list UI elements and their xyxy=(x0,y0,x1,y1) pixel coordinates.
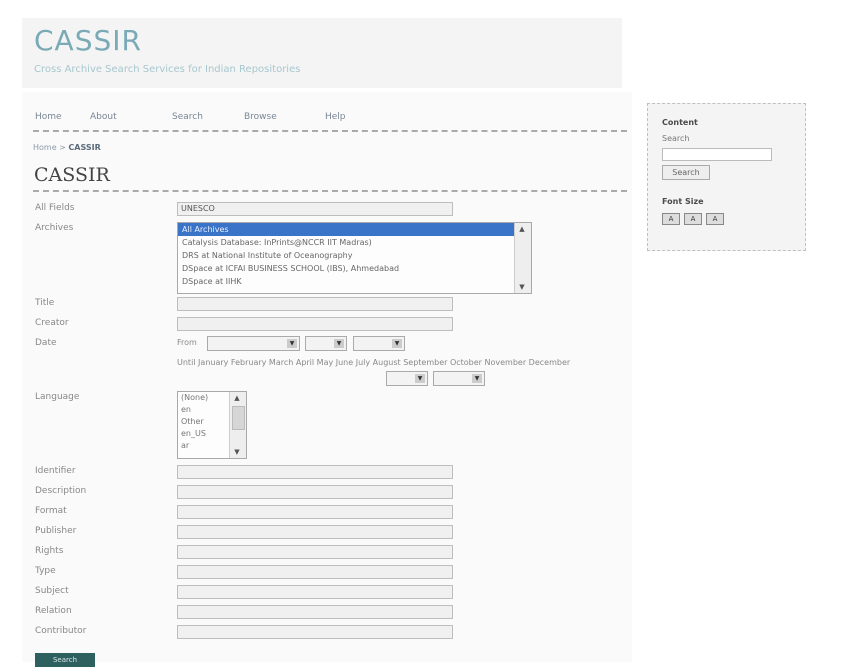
language-scrollbar[interactable]: ▲ ▼ xyxy=(229,392,246,458)
chevron-down-icon: ▼ xyxy=(472,374,482,383)
font-size-large-button[interactable]: A xyxy=(706,213,724,225)
scroll-down-icon[interactable]: ▼ xyxy=(230,446,244,458)
format-input[interactable] xyxy=(177,505,453,519)
all-fields-input[interactable]: UNESCO xyxy=(177,202,453,216)
date-label: Date xyxy=(35,338,57,348)
contributor-input[interactable] xyxy=(177,625,453,639)
relation-label: Relation xyxy=(35,606,72,616)
archive-option[interactable]: All Archives xyxy=(178,223,516,236)
scroll-up-icon[interactable]: ▲ xyxy=(515,223,529,235)
nav-search-link[interactable]: Search xyxy=(172,112,203,122)
all-fields-label: All Fields xyxy=(35,203,75,213)
archive-option[interactable]: DRS at National Institute of Oceanograph… xyxy=(178,249,516,262)
creator-input[interactable] xyxy=(177,317,453,331)
site-title[interactable]: CASSIR xyxy=(34,24,142,57)
date-until-months: Until January February March April May J… xyxy=(177,355,587,371)
breadcrumb-separator: > xyxy=(56,143,69,152)
archive-option[interactable]: Catalysis Database: InPrints@NCCR IIT Ma… xyxy=(178,236,516,249)
all-fields-value: UNESCO xyxy=(181,204,215,213)
nav-home-link[interactable]: Home xyxy=(35,112,62,122)
font-size-medium-button[interactable]: A xyxy=(684,213,702,225)
breadcrumb-current: CASSIR xyxy=(68,143,101,152)
scroll-thumb[interactable] xyxy=(232,406,245,430)
breadcrumb: Home > CASSIR xyxy=(33,143,101,152)
publisher-label: Publisher xyxy=(35,526,77,536)
font-size-small-button[interactable]: A xyxy=(662,213,680,225)
archive-option[interactable]: DSpace at ICFAI BUSINESS SCHOOL (IBS), A… xyxy=(178,262,516,275)
archive-option[interactable]: DSpace at IIHK xyxy=(178,275,516,288)
from-day-select[interactable]: ▼ xyxy=(207,336,300,351)
subject-label: Subject xyxy=(35,586,69,596)
rights-label: Rights xyxy=(35,546,64,556)
description-input[interactable] xyxy=(177,485,453,499)
format-label: Format xyxy=(35,506,67,516)
relation-input[interactable] xyxy=(177,605,453,619)
nav-browse-link[interactable]: Browse xyxy=(244,112,277,122)
nav-divider xyxy=(33,130,627,132)
scroll-up-icon[interactable]: ▲ xyxy=(230,392,244,404)
until-month-select[interactable]: ▼ xyxy=(386,371,428,386)
until-year-select[interactable]: ▼ xyxy=(433,371,485,386)
type-label: Type xyxy=(35,566,56,576)
chevron-down-icon: ▼ xyxy=(334,339,344,348)
sidebar-content-title: Content xyxy=(662,118,698,127)
page-title: CASSIR xyxy=(34,164,110,186)
breadcrumb-home-link[interactable]: Home xyxy=(33,143,57,152)
font-size-label: Font Size xyxy=(662,197,704,206)
sidebar-search-label: Search xyxy=(662,134,690,143)
title-input[interactable] xyxy=(177,297,453,311)
archives-scrollbar[interactable]: ▲ ▼ xyxy=(514,223,531,293)
from-month-select[interactable]: ▼ xyxy=(305,336,347,351)
identifier-input[interactable] xyxy=(177,465,453,479)
sidebar-search-input[interactable] xyxy=(662,148,772,161)
site-subtitle: Cross Archive Search Services for Indian… xyxy=(34,64,301,75)
chevron-down-icon: ▼ xyxy=(392,339,402,348)
sidebar-search-button[interactable]: Search xyxy=(662,165,710,180)
creator-label: Creator xyxy=(35,318,69,328)
chevron-down-icon: ▼ xyxy=(287,339,297,348)
language-listbox[interactable]: (None) en Other en_US ar ▲ ▼ xyxy=(177,391,247,459)
nav-help-link[interactable]: Help xyxy=(325,112,346,122)
subject-input[interactable] xyxy=(177,585,453,599)
nav-about-link[interactable]: About xyxy=(90,112,117,122)
from-year-select[interactable]: ▼ xyxy=(353,336,405,351)
language-label: Language xyxy=(35,392,80,402)
scroll-down-icon[interactable]: ▼ xyxy=(515,281,529,293)
publisher-input[interactable] xyxy=(177,525,453,539)
identifier-label: Identifier xyxy=(35,466,76,476)
title-label: Title xyxy=(35,298,55,308)
archives-listbox[interactable]: All Archives Catalysis Database: InPrint… xyxy=(177,222,532,294)
description-label: Description xyxy=(35,486,87,496)
archives-label: Archives xyxy=(35,223,74,233)
title-divider xyxy=(33,190,627,192)
until-months-text: Until January February March April May J… xyxy=(177,358,571,367)
rights-input[interactable] xyxy=(177,545,453,559)
contributor-label: Contributor xyxy=(35,626,87,636)
type-input[interactable] xyxy=(177,565,453,579)
chevron-down-icon: ▼ xyxy=(415,374,425,383)
date-from-label: From xyxy=(177,338,197,347)
